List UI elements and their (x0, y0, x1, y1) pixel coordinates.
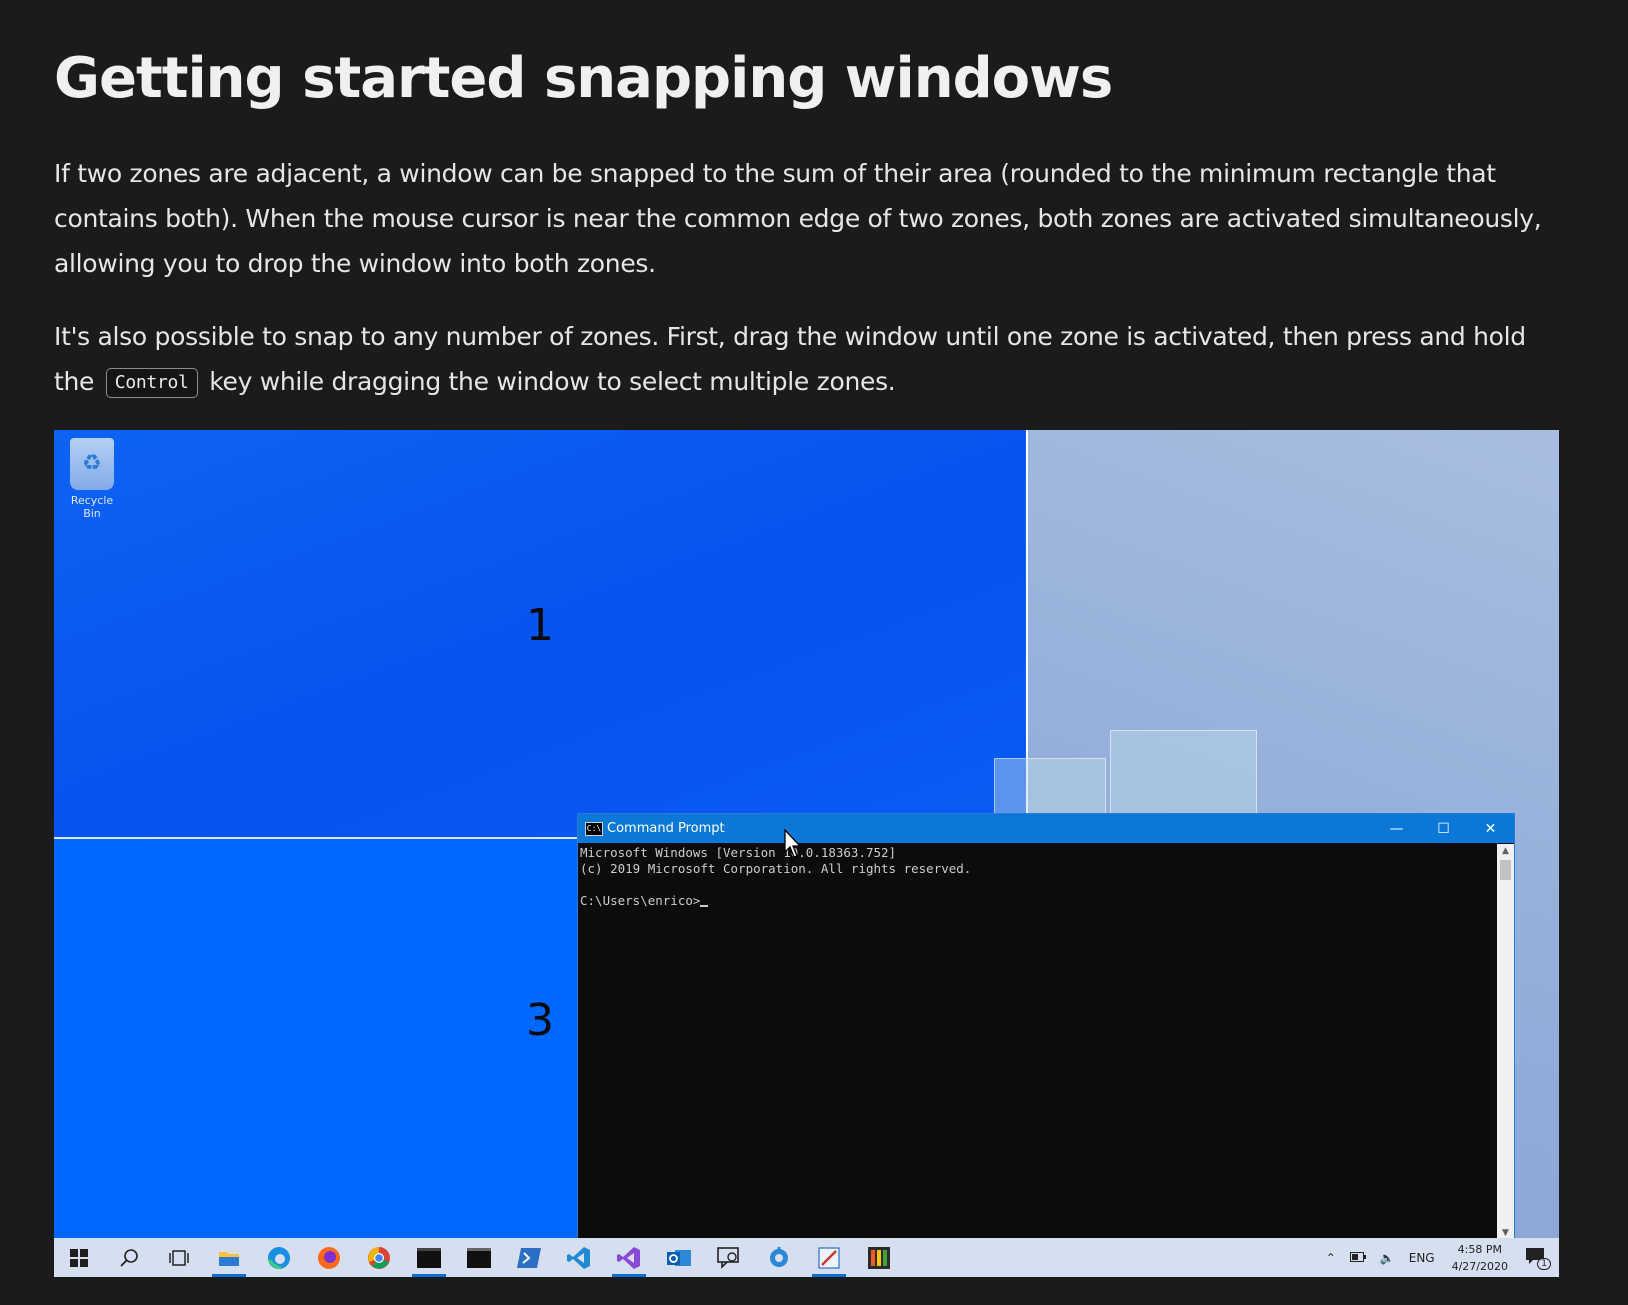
scroll-up-arrow-icon[interactable]: ▲ (1497, 844, 1514, 858)
control-key: Control (105, 368, 198, 398)
cmd-icon[interactable] (454, 1238, 504, 1277)
visual-studio-icon[interactable] (604, 1238, 654, 1277)
intro-paragraph: If two zones are adjacent, a window can … (54, 159, 1542, 278)
clock[interactable]: 4:58 PM 4/27/2020 (1452, 1241, 1508, 1275)
chrome-icon[interactable] (354, 1238, 404, 1277)
search-icon[interactable] (104, 1238, 154, 1277)
recycle-bin-icon: ♻ (70, 438, 114, 490)
firefox-icon[interactable] (304, 1238, 354, 1277)
command-prompt-title: Command Prompt (607, 821, 725, 836)
scrollbar-thumb[interactable] (1500, 860, 1511, 880)
cmd-app-icon: C:\ (585, 821, 603, 836)
command-prompt-titlebar[interactable]: C:\ Command Prompt — ☐ ✕ (578, 814, 1514, 843)
recycle-bin-label: Recycle Bin (70, 494, 114, 520)
teams-icon[interactable] (754, 1238, 804, 1277)
terminal-icon[interactable] (404, 1238, 454, 1277)
taskbar: ⌃ 🔈 ENG 4:58 PM 4/27/2020 1 (54, 1238, 1559, 1277)
powershell-icon[interactable] (504, 1238, 554, 1277)
console-prompt-line: C:\Users\enrico> (580, 893, 1512, 909)
notification-count: 1 (1537, 1258, 1551, 1270)
paint-icon[interactable] (804, 1238, 854, 1277)
windows-start-icon[interactable] (54, 1238, 104, 1277)
console-output[interactable]: Microsoft Windows [Version 10.0.18363.75… (578, 843, 1514, 909)
chevron-up-icon[interactable]: ⌃ (1326, 1251, 1336, 1265)
vscode-icon[interactable] (554, 1238, 604, 1277)
task-view-icon[interactable] (154, 1238, 204, 1277)
outlook-icon[interactable] (654, 1238, 704, 1277)
minimize-button[interactable]: — (1373, 821, 1420, 837)
clock-date: 4/27/2020 (1451, 1259, 1508, 1273)
zone-3-number: 3 (526, 995, 554, 1046)
language-indicator[interactable]: ENG (1409, 1251, 1435, 1265)
page-title: Getting started snapping windows (54, 46, 1113, 111)
maximize-button[interactable]: ☐ (1420, 821, 1467, 837)
edge-icon[interactable] (254, 1238, 304, 1277)
volume-icon[interactable]: 🔈 (1380, 1251, 1395, 1265)
console-line: (c) 2019 Microsoft Corporation. All righ… (580, 861, 972, 876)
paragraph-text-after: key while dragging the window to select … (209, 367, 896, 396)
console-line: Microsoft Windows [Version 10.0.18363.75… (580, 845, 897, 860)
zone-1-number: 1 (526, 600, 554, 651)
console-scrollbar[interactable]: ▲ ▼ (1497, 844, 1514, 1240)
console-prompt: C:\Users\enrico> (580, 893, 701, 908)
fancyzones-screenshot: 1 3 ♻ Recycle Bin C:\ Command Prompt — ☐… (54, 430, 1559, 1277)
multi-zone-paragraph: It's also possible to snap to any number… (54, 314, 1564, 404)
feedback-icon[interactable] (704, 1238, 754, 1277)
notification-center-icon[interactable]: 1 (1525, 1247, 1551, 1270)
battery-icon[interactable] (1349, 1251, 1366, 1265)
wallpaper-logo-pane (994, 758, 1106, 820)
command-prompt-window[interactable]: C:\ Command Prompt — ☐ ✕ Microsoft Windo… (577, 813, 1515, 1241)
mouse-pointer-icon (784, 829, 802, 858)
powertoys-icon[interactable] (854, 1238, 904, 1277)
close-button[interactable]: ✕ (1467, 821, 1514, 837)
clock-time: 4:58 PM (1457, 1242, 1502, 1256)
text-cursor (700, 905, 709, 907)
recycle-bin[interactable]: ♻ Recycle Bin (62, 438, 122, 520)
wallpaper-logo-pane (1110, 730, 1257, 822)
file-explorer-icon[interactable] (204, 1238, 254, 1277)
system-tray: ⌃ 🔈 ENG 4:58 PM 4/27/2020 1 (1319, 1238, 1559, 1277)
